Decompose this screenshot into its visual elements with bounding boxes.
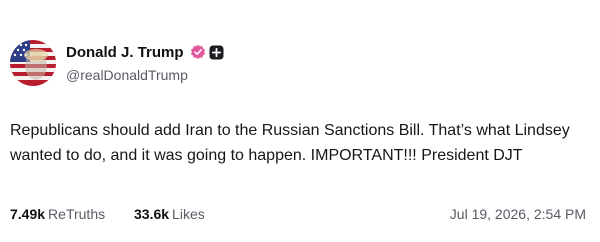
retruths-label: ReTruths [48,206,106,222]
avatar[interactable] [10,40,56,86]
author-names: Donald J. Trump @realDonaldTrump [66,43,224,83]
retruths-stat[interactable]: 7.49k ReTruths [10,206,105,222]
display-name-row: Donald J. Trump [66,43,224,61]
likes-count: 33.6k [134,206,170,222]
post-footer: 7.49k ReTruths 33.6k Likes Jul 19, 2026, 2… [10,206,586,226]
post-timestamp[interactable]: Jul 19, 2026, 2:54 PM [450,206,586,222]
avatar-image [10,40,56,86]
likes-stat[interactable]: 33.6k Likes [134,206,205,222]
retruths-count: 7.49k [10,206,46,222]
verified-badge-icon [190,44,206,60]
post-card: Donald J. Trump @realDonaldTrump Republi… [0,0,600,242]
likes-label: Likes [172,206,205,222]
author-display-name[interactable]: Donald J. Trump [66,44,184,61]
post-text: Republicans should add Iran to the Russi… [10,122,570,164]
plus-icon [209,45,224,60]
author-handle[interactable]: @realDonaldTrump [66,67,224,83]
